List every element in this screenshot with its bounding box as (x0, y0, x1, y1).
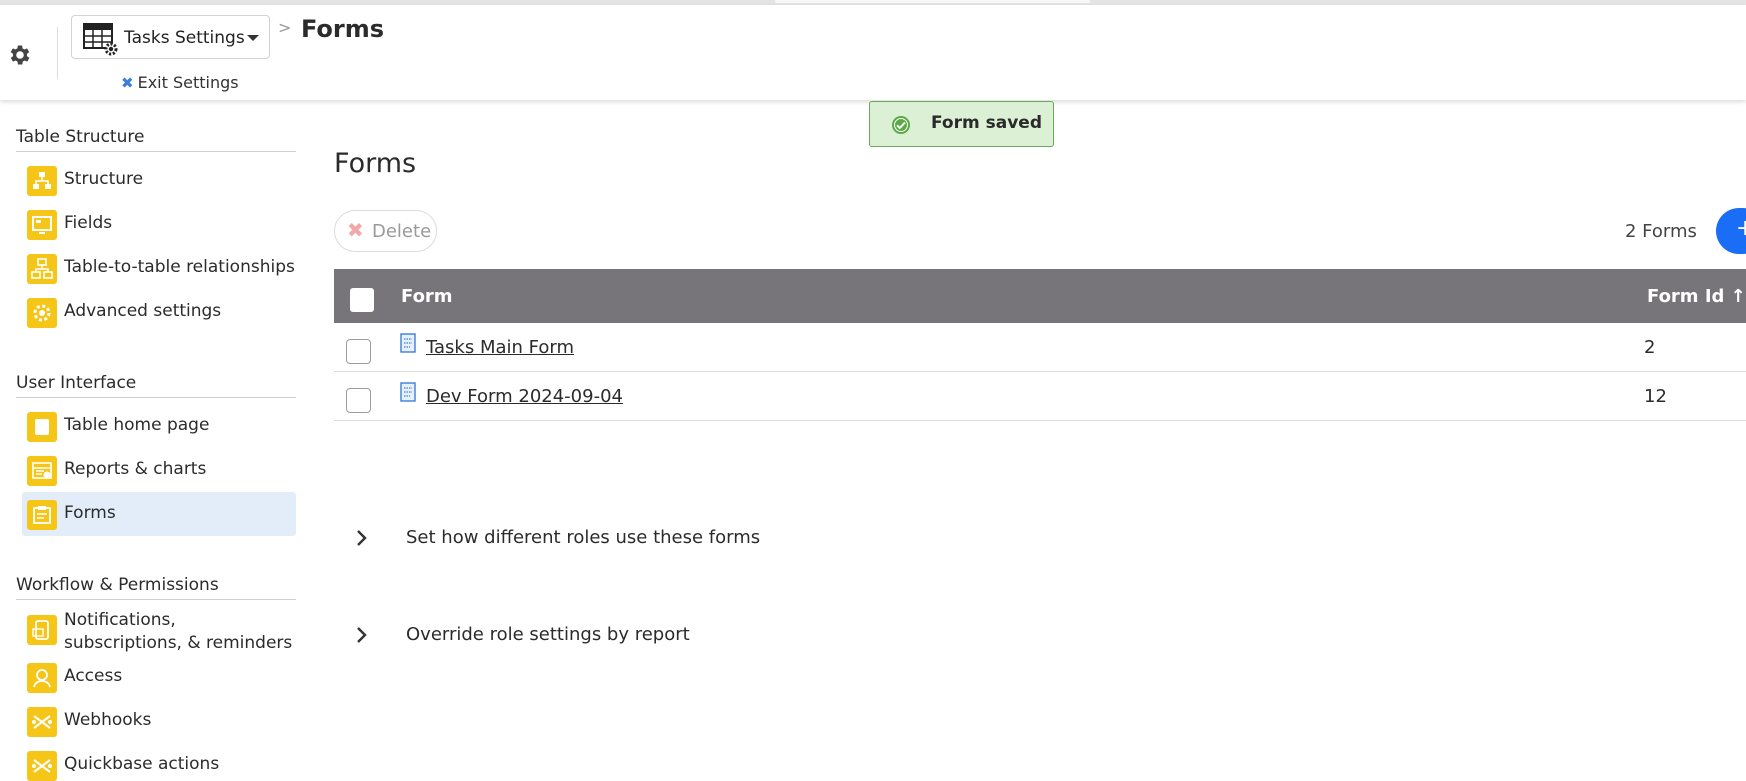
sidebar-item-label: Reports & charts (64, 459, 207, 479)
delete-label: Delete (372, 221, 432, 242)
exit-settings-link[interactable]: ✖ Exit Settings (121, 73, 239, 92)
sidebar-item-structure[interactable]: Structure (22, 158, 296, 202)
breadcrumb-separator: > (278, 18, 292, 37)
form-id-value: 12 (1644, 386, 1667, 407)
sidebar-item-quickbase-actions[interactable]: Quickbase actions (22, 743, 296, 781)
settings-header: Tasks Settings > Forms ✖ Exit Settings (0, 5, 1746, 100)
header-divider (57, 27, 58, 79)
table-selector-label: Tasks Settings (124, 28, 245, 48)
sidebar-item-advanced-settings[interactable]: Advanced settings (22, 290, 296, 334)
sidebar-item-label: Quickbase actions (64, 754, 220, 774)
fields-icon (27, 210, 57, 240)
sidebar-item-table-home-page[interactable]: Table home page (22, 404, 296, 448)
roles-forms-expander[interactable]: Set how different roles use these forms (340, 518, 940, 558)
form-name-link[interactable]: Tasks Main Form (426, 337, 574, 358)
sidebar-item-label: Advanced settings (64, 301, 222, 321)
chevron-right-icon (357, 627, 367, 643)
form-name-link[interactable]: Dev Form 2024-09-04 (426, 386, 623, 407)
table-row: Dev Form 2024-09-04 12 (334, 372, 1746, 421)
sidebar-item-webhooks[interactable]: Webhooks (22, 699, 296, 743)
row-checkbox[interactable] (346, 388, 371, 413)
forms-icon (27, 500, 57, 530)
forms-count: 2 Forms (1625, 221, 1697, 242)
close-icon: ✖ (121, 74, 134, 92)
notifications-icon (27, 615, 57, 645)
sidebar-item-label: Forms (64, 503, 116, 523)
form-saved-toast: Form saved (869, 101, 1054, 147)
section-workflow-permissions: Workflow & Permissions (16, 575, 296, 600)
sidebar-item-label: Table home page (64, 415, 210, 435)
select-all-checkbox[interactable] (350, 288, 374, 312)
sidebar-item-access[interactable]: Access (22, 655, 296, 699)
row-checkbox[interactable] (346, 339, 371, 364)
sidebar-item-fields[interactable]: Fields (22, 202, 296, 246)
table-header: Form Form Id ↑ (334, 269, 1746, 323)
form-document-icon (400, 382, 416, 402)
toast-message: Form saved (931, 113, 1042, 133)
column-header-form[interactable]: Form (401, 286, 453, 307)
plus-icon: + (1736, 216, 1746, 241)
app-settings-gear-icon[interactable] (7, 42, 33, 68)
page-title: Forms (334, 148, 417, 179)
add-form-button[interactable]: + (1716, 208, 1746, 254)
sidebar-item-label: Structure (64, 169, 144, 189)
settings-sidebar: Table Structure Structure Fields Table-t… (0, 100, 300, 781)
exit-settings-label: Exit Settings (137, 73, 239, 92)
sidebar-item-label: Access (64, 666, 123, 686)
table-settings-icon (83, 23, 118, 56)
sidebar-item-label: Fields (64, 213, 113, 233)
section-user-interface: User Interface (16, 373, 296, 398)
column-header-form-id[interactable]: Form Id ↑ (1647, 286, 1746, 307)
sidebar-item-reports-charts[interactable]: Reports & charts (22, 448, 296, 492)
actions-icon (27, 751, 57, 781)
delete-x-icon: ✖ (347, 218, 364, 242)
home-page-icon (27, 412, 57, 442)
webhooks-icon (27, 707, 57, 737)
form-id-value: 2 (1644, 337, 1656, 358)
structure-icon (27, 166, 57, 196)
gear-icon (27, 298, 57, 328)
sidebar-item-label: Webhooks (64, 710, 152, 730)
relationships-icon (27, 254, 57, 284)
sidebar-item-forms[interactable]: Forms (22, 492, 296, 536)
sidebar-item-label: Table-to-table relationships (64, 257, 295, 277)
check-circle-icon (892, 116, 910, 134)
override-role-settings-expander[interactable]: Override role settings by report (340, 615, 940, 655)
table-row: Tasks Main Form 2 (334, 323, 1746, 372)
sidebar-item-notifications[interactable]: Notifications, subscriptions, & reminder… (22, 603, 296, 655)
chevron-down-icon (247, 35, 259, 41)
section-table-structure: Table Structure (16, 127, 296, 152)
sidebar-item-relationships[interactable]: Table-to-table relationships (22, 246, 296, 290)
expander-label: Set how different roles use these forms (406, 527, 761, 548)
table-selector-dropdown[interactable]: Tasks Settings (71, 15, 270, 59)
delete-button[interactable]: ✖ Delete (334, 210, 437, 252)
form-document-icon (400, 333, 416, 353)
breadcrumb-title: Forms (301, 15, 385, 43)
sidebar-item-label: Notifications, subscriptions, & reminder… (64, 610, 293, 653)
expander-label: Override role settings by report (406, 624, 690, 645)
chevron-right-icon (357, 530, 367, 546)
reports-icon (27, 456, 57, 486)
access-icon (27, 663, 57, 693)
